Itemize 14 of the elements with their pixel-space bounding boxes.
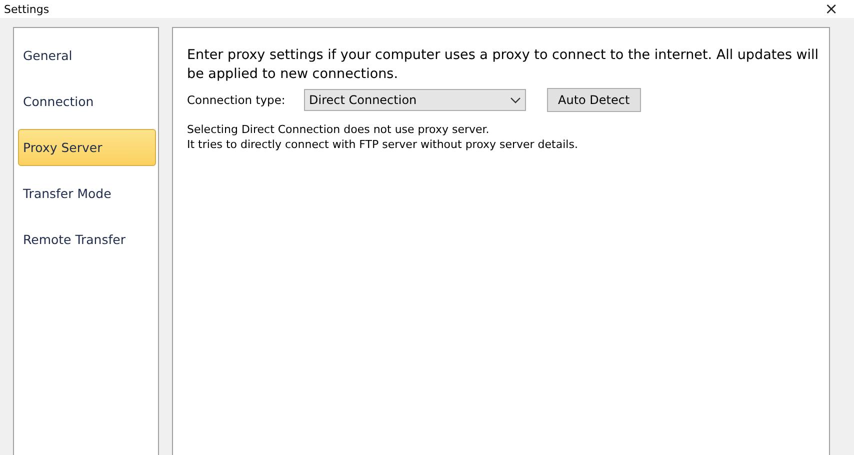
sidebar-item[interactable]: Proxy Server xyxy=(18,129,156,166)
sidebar-item[interactable]: General xyxy=(18,37,156,74)
connection-type-dropdown[interactable]: Direct Connection xyxy=(304,89,526,111)
window-title: Settings xyxy=(4,2,50,16)
intro-text: Enter proxy settings if your computer uses a proxy to connect to the internet. All updates will be applied to new connections. xyxy=(187,46,819,84)
sidebar-item[interactable]: Remote Transfer xyxy=(18,221,156,258)
sidebar-item[interactable]: Transfer Mode xyxy=(18,175,156,212)
sidebar-item[interactable]: Connection xyxy=(18,83,156,120)
auto-detect-button[interactable]: Auto Detect xyxy=(547,88,641,112)
chevron-down-icon xyxy=(510,96,521,104)
note-text: Selecting Direct Connection does not use proxy server. xyxy=(187,122,490,137)
connection-type-label: Connection type: xyxy=(187,93,286,107)
close-button[interactable]: × xyxy=(820,1,842,17)
note-text: It tries to directly connect with FTP server without proxy server details. xyxy=(187,137,579,152)
